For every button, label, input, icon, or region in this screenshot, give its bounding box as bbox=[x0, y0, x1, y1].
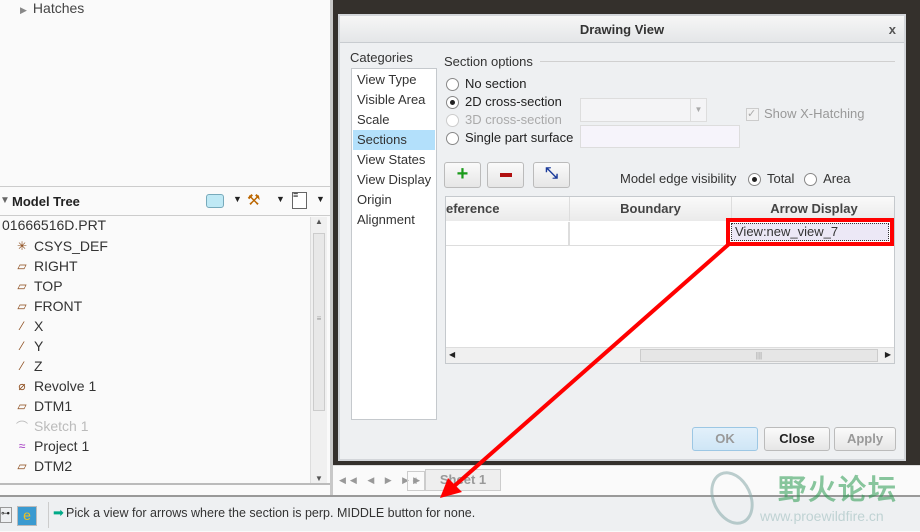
arrow-line bbox=[450, 242, 731, 490]
annotation-arrow bbox=[440, 242, 731, 498]
